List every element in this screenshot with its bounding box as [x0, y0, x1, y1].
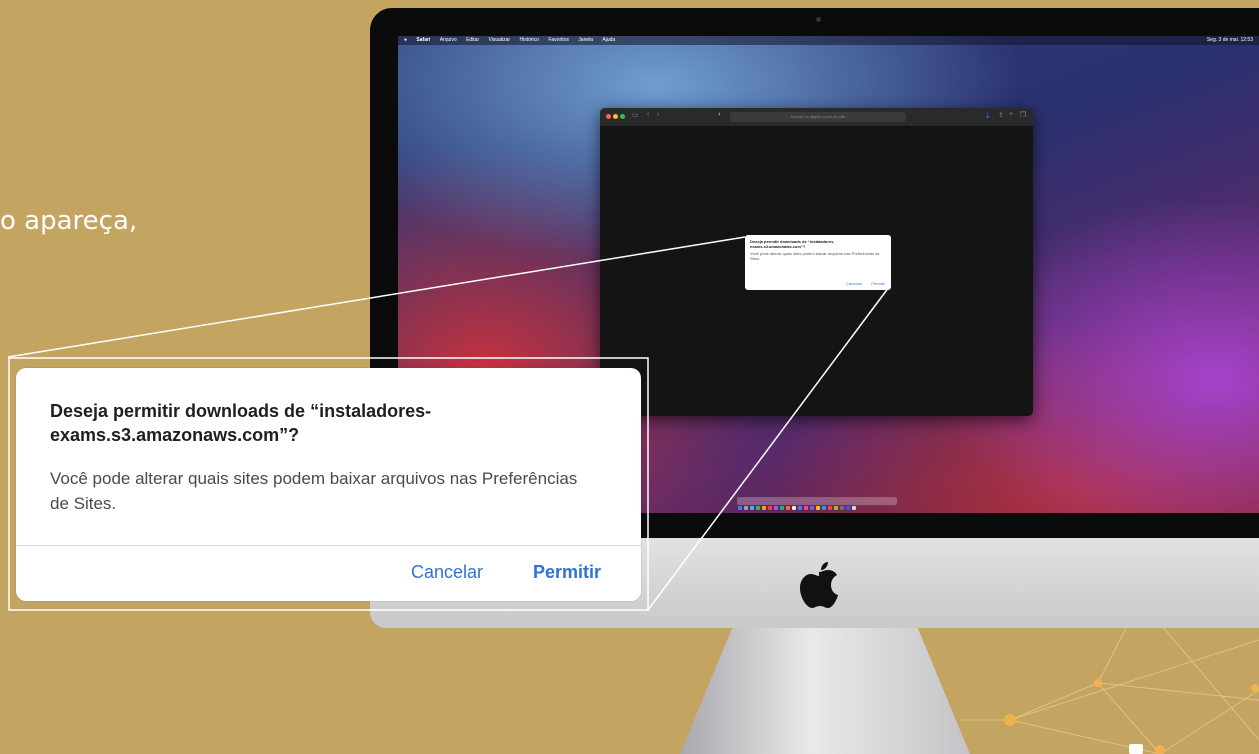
dock-app-icon[interactable]: [798, 506, 802, 510]
dock-app-icon[interactable]: [744, 506, 748, 510]
dialog-divider: [16, 545, 641, 546]
menubar-item-historico[interactable]: Histórico: [520, 37, 539, 43]
tab-overview-icon[interactable]: ❐: [1020, 111, 1026, 119]
mac-menubar: ● Safari Arquivo Editar Visualizar Histó…: [398, 36, 1259, 45]
menubar-item-editar[interactable]: Editar: [466, 37, 479, 43]
mini-allow-button[interactable]: Permitir: [871, 281, 885, 286]
sidebar-icon[interactable]: ▭: [632, 111, 639, 119]
mini-dialog-title: Deseja permitir downloads de “instalador…: [750, 239, 835, 249]
menubar-item-arquivo[interactable]: Arquivo: [440, 37, 457, 43]
dialog-title: Deseja permitir downloads de “instalador…: [50, 401, 432, 445]
share-icon[interactable]: ⇪: [998, 111, 1004, 119]
dock-app-icon[interactable]: [780, 506, 784, 510]
address-bar[interactable]: Buscar ou digitar nome do site: [730, 112, 906, 122]
zoom-window-button[interactable]: [620, 114, 625, 119]
mini-dialog-message: Você pode alterar quais sites podem baix…: [750, 251, 880, 261]
dock-app-icon[interactable]: [840, 506, 844, 510]
dock-app-icon[interactable]: [828, 506, 832, 510]
downloads-icon[interactable]: ⤓: [986, 111, 990, 121]
apple-menu-icon[interactable]: ●: [404, 37, 407, 43]
dock-app-icon[interactable]: [846, 506, 850, 510]
menubar-item-visualizar[interactable]: Visualizar: [489, 37, 511, 43]
download-permission-dialog: Deseja permitir downloads de “instalador…: [16, 368, 641, 601]
dock-app-icon[interactable]: [786, 506, 790, 510]
privacy-shield-icon[interactable]: ◐: [718, 111, 722, 118]
safari-window: ▭ ‹ › ◐ Buscar ou digitar nome do site ⤓…: [600, 108, 1033, 416]
dock-app-icon[interactable]: [792, 506, 796, 510]
dock-app-icon[interactable]: [804, 506, 808, 510]
menubar-item-janela[interactable]: Janela: [578, 37, 593, 43]
dock-app-icon[interactable]: [852, 506, 856, 510]
menubar-clock[interactable]: Seg. 3 de mai. 12:53: [1207, 36, 1253, 45]
allow-button[interactable]: Permitir: [533, 562, 601, 583]
minimize-window-button[interactable]: [613, 114, 618, 119]
apple-logo-icon: [800, 562, 838, 608]
menubar-app-name[interactable]: Safari: [416, 37, 430, 43]
mini-download-dialog: Deseja permitir downloads de “instalador…: [745, 235, 891, 290]
dock: [737, 497, 897, 510]
imac-camera: [816, 17, 821, 22]
dock-app-icon[interactable]: [768, 506, 772, 510]
dock-app-icon[interactable]: [822, 506, 826, 510]
mini-dialog-buttons: Cancelar Permitir: [838, 281, 885, 286]
dock-app-icon[interactable]: [762, 506, 766, 510]
dock-app-icon[interactable]: [816, 506, 820, 510]
dock-app-icon[interactable]: [834, 506, 838, 510]
menubar-item-favoritos[interactable]: Favoritos: [548, 37, 569, 43]
menubar-item-ajuda[interactable]: Ajuda: [602, 37, 615, 43]
close-window-button[interactable]: [606, 114, 611, 119]
dock-app-icon[interactable]: [774, 506, 778, 510]
dock-app-icon[interactable]: [750, 506, 754, 510]
dock-app-icon[interactable]: [756, 506, 760, 510]
dock-app-icon[interactable]: [738, 506, 742, 510]
forward-icon[interactable]: ›: [657, 111, 659, 118]
new-tab-icon[interactable]: +: [1009, 111, 1013, 118]
mini-cancel-button[interactable]: Cancelar: [846, 281, 862, 286]
dialog-message: Você pode alterar quais sites podem baix…: [50, 469, 578, 513]
slide-text: o apareça,: [0, 206, 138, 236]
dock-app-icon[interactable]: [810, 506, 814, 510]
cancel-button[interactable]: Cancelar: [411, 562, 483, 583]
safari-toolbar: ▭ ‹ › ◐ Buscar ou digitar nome do site ⤓…: [600, 108, 1033, 127]
back-icon[interactable]: ‹: [647, 111, 649, 118]
